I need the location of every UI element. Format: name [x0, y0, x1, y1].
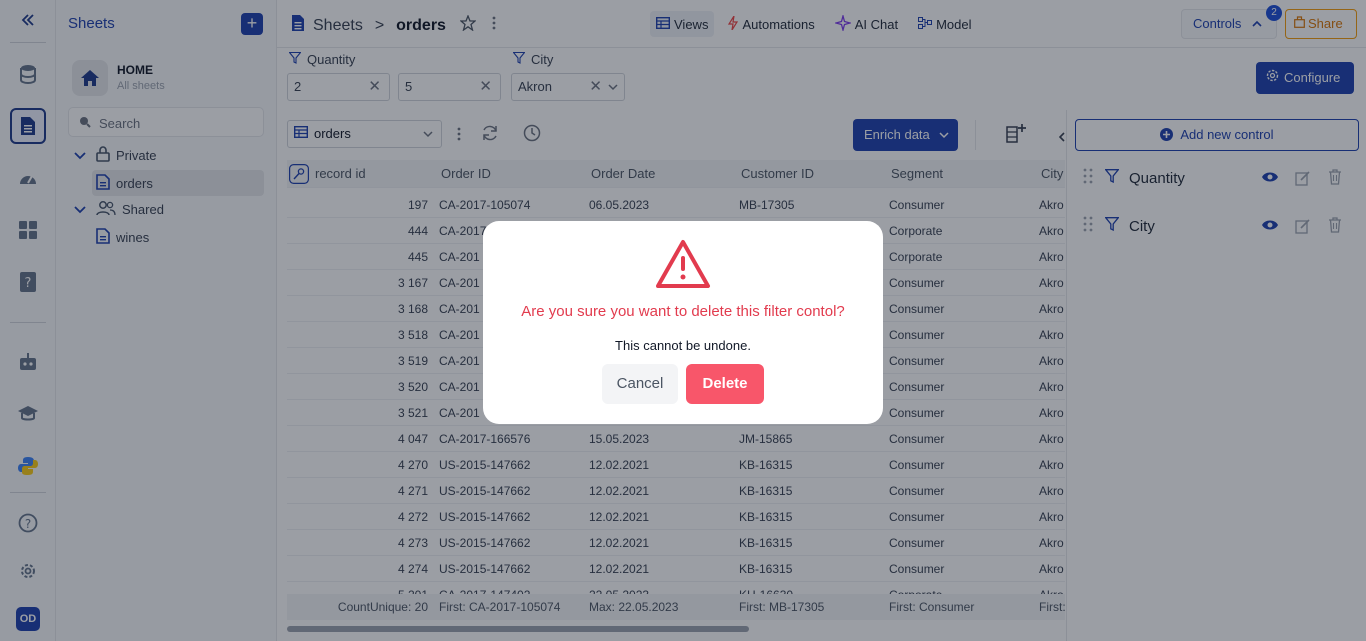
confirm-delete-dialog: Are you sure you want to delete this fil…: [483, 221, 883, 424]
dialog-message: Are you sure you want to delete this fil…: [521, 303, 845, 320]
dialog-subtext: This cannot be undone.: [615, 338, 751, 353]
delete-button[interactable]: Delete: [686, 364, 764, 404]
warning-triangle-icon: [655, 239, 711, 292]
cancel-button[interactable]: Cancel: [602, 364, 678, 404]
